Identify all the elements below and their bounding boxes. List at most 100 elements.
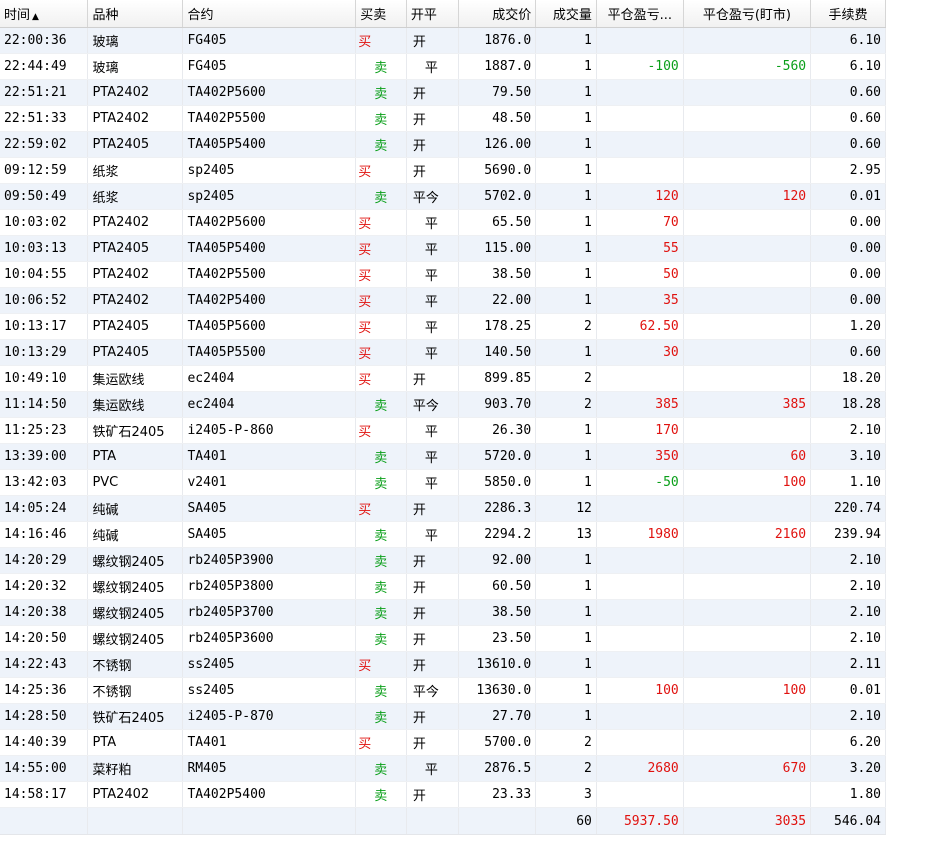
cell-side: 买 <box>355 495 407 522</box>
table-row[interactable]: 22:51:33 PTA2402 TA402P5500 卖开 48.50 1 0.60 <box>0 105 886 132</box>
cell-product: PTA2402 <box>87 287 184 314</box>
table-row[interactable]: 14:20:29 螺纹钢2405 rb2405P3900 卖开 92.00 1 2.10 <box>0 547 886 574</box>
table-row[interactable]: 14:25:36 不锈钢 ss2405 卖平今 13630.0 1 100 100 0.01 <box>0 677 886 704</box>
column-header-price[interactable]: 成交价 <box>458 0 537 28</box>
cell-product: PTA <box>87 729 184 756</box>
cell-close-pnl: 1980 <box>596 521 684 548</box>
column-header-contract[interactable]: 合约 <box>182 0 357 28</box>
cell-open-close: 平今 <box>406 677 460 704</box>
cell-open-close: 平 <box>406 209 460 236</box>
cell-contract: SA405 <box>182 495 357 522</box>
table-row[interactable]: 22:51:21 PTA2402 TA402P5600 卖开 79.50 1 0.60 <box>0 79 886 106</box>
cell-volume: 2 <box>535 365 597 392</box>
column-header-close-pnl-mtm[interactable]: 平仓盈亏(盯市) <box>683 0 812 28</box>
cell-product: 纸浆 <box>87 183 184 210</box>
table-row[interactable]: 13:42:03 PVC v2401 卖平 5850.0 1 -50 100 1.10 <box>0 469 886 496</box>
cell-open-close: 平 <box>406 521 460 548</box>
cell-price: 2294.2 <box>458 521 537 548</box>
cell-volume: 2 <box>535 313 597 340</box>
cell-fee: 0.00 <box>810 209 886 236</box>
cell-time: 14:05:24 <box>0 495 89 522</box>
cell-price: 5720.0 <box>458 443 537 470</box>
cell-close-pnl: 170 <box>596 417 684 444</box>
total-qty: 60 <box>535 807 597 835</box>
cell-contract: TA405P5400 <box>182 235 357 262</box>
table-row[interactable]: 14:20:32 螺纹钢2405 rb2405P3800 卖开 60.50 1 2.10 <box>0 573 886 600</box>
table-row[interactable]: 22:59:02 PTA2405 TA405P5400 卖开 126.00 1 0.60 <box>0 131 886 158</box>
cell-close-pnl-mtm <box>683 79 812 106</box>
cell-close-pnl-mtm <box>683 417 812 444</box>
table-row[interactable]: 14:20:50 螺纹钢2405 rb2405P3600 卖开 23.50 1 2.10 <box>0 625 886 652</box>
cell-close-pnl-mtm <box>683 27 812 54</box>
table-row[interactable]: 14:22:43 不锈钢 ss2405 买开 13610.0 1 2.11 <box>0 651 886 678</box>
table-row[interactable]: 14:55:00 菜籽粕 RM405 卖平 2876.5 2 2680 670 3.20 <box>0 755 886 782</box>
cell-contract: sp2405 <box>182 183 357 210</box>
column-header-product[interactable]: 品种 <box>87 0 184 28</box>
cell-time: 13:39:00 <box>0 443 89 470</box>
cell-volume: 1 <box>535 547 597 574</box>
cell-close-pnl <box>596 27 684 54</box>
cell-price: 13610.0 <box>458 651 537 678</box>
column-header-side[interactable]: 买卖 <box>355 0 407 28</box>
column-header-open-close[interactable]: 开平 <box>406 0 460 28</box>
cell-side: 买 <box>355 365 407 392</box>
table-row[interactable]: 14:20:38 螺纹钢2405 rb2405P3700 卖开 38.50 1 2.10 <box>0 599 886 626</box>
table-row[interactable]: 14:28:50 铁矿石2405 i2405-P-870 卖开 27.70 1 2.10 <box>0 703 886 730</box>
cell-time: 14:58:17 <box>0 781 89 808</box>
cell-open-close: 平 <box>406 235 460 262</box>
table-row[interactable]: 10:04:55 PTA2402 TA402P5500 买平 38.50 1 50 0.00 <box>0 261 886 288</box>
cell-price: 899.85 <box>458 365 537 392</box>
cell-time: 14:25:36 <box>0 677 89 704</box>
cell-close-pnl-mtm <box>683 209 812 236</box>
column-header-fee[interactable]: 手续费 <box>810 0 886 28</box>
cell-product: PTA2405 <box>87 339 184 366</box>
column-header-time[interactable]: 时间 ▲ <box>0 0 89 28</box>
column-header-volume[interactable]: 成交量 <box>535 0 597 28</box>
cell-price: 13630.0 <box>458 677 537 704</box>
cell-close-pnl <box>596 365 684 392</box>
cell-open-close: 开 <box>406 599 460 626</box>
table-row[interactable]: 10:13:29 PTA2405 TA405P5500 买平 140.50 1 30 0.60 <box>0 339 886 366</box>
cell-price: 48.50 <box>458 105 537 132</box>
cell-close-pnl: 100 <box>596 677 684 704</box>
table-row[interactable]: 11:25:23 铁矿石2405 i2405-P-860 买平 26.30 1 170 2.1… <box>0 417 886 444</box>
table-row[interactable]: 13:39:00 PTA TA401 卖平 5720.0 1 350 60 3.10 <box>0 443 886 470</box>
cell-close-pnl: 30 <box>596 339 684 366</box>
table-row[interactable]: 09:12:59 纸浆 sp2405 买开 5690.0 1 2.95 <box>0 157 886 184</box>
table-row[interactable]: 14:05:24 纯碱 SA405 买开 2286.3 12 220.74 <box>0 495 886 522</box>
cell-fee: 2.10 <box>810 573 886 600</box>
table-row[interactable]: 10:03:02 PTA2402 TA402P5600 买平 65.50 1 70 0.00 <box>0 209 886 236</box>
cell-close-pnl: 2680 <box>596 755 684 782</box>
table-row[interactable]: 11:14:50 集运欧线 ec2404 卖平今 903.70 2 385 385 18.28 <box>0 391 886 418</box>
cell-price: 22.00 <box>458 287 537 314</box>
table-row[interactable]: 14:16:46 纯碱 SA405 卖平 2294.2 13 1980 2160 239.94 <box>0 521 886 548</box>
table-row[interactable]: 10:49:10 集运欧线 ec2404 买开 899.85 2 18.20 <box>0 365 886 392</box>
table-row[interactable]: 22:00:36 玻璃 FG405 买开 1876.0 1 6.10 <box>0 27 886 54</box>
cell-close-pnl <box>596 651 684 678</box>
cell-time: 14:20:29 <box>0 547 89 574</box>
cell-side: 卖 <box>355 53 407 80</box>
table-row[interactable]: 14:40:39 PTA TA401 买开 5700.0 2 6.20 <box>0 729 886 756</box>
cell-fee: 2.10 <box>810 625 886 652</box>
table-row[interactable]: 10:06:52 PTA2402 TA402P5400 买平 22.00 1 35 0.00 <box>0 287 886 314</box>
totals-empty <box>0 807 89 835</box>
table-row[interactable]: 22:44:49 玻璃 FG405 卖平 1887.0 1 -100 -560 6.10 <box>0 53 886 80</box>
cell-close-pnl-mtm: 120 <box>683 183 812 210</box>
cell-contract: v2401 <box>182 469 357 496</box>
column-header-close-pnl[interactable]: 平仓盈亏... <box>596 0 684 28</box>
cell-close-pnl-mtm <box>683 287 812 314</box>
table-row[interactable]: 14:58:17 PTA2402 TA402P5400 卖开 23.33 3 1.80 <box>0 781 886 808</box>
cell-contract: ec2404 <box>182 391 357 418</box>
cell-open-close: 平今 <box>406 183 460 210</box>
cell-fee: 239.94 <box>810 521 886 548</box>
table-row[interactable]: 10:03:13 PTA2405 TA405P5400 买平 115.00 1 55 0.00 <box>0 235 886 262</box>
cell-time: 11:25:23 <box>0 417 89 444</box>
cell-close-pnl-mtm <box>683 313 812 340</box>
cell-product: PTA2402 <box>87 261 184 288</box>
cell-product: 螺纹钢2405 <box>87 573 184 600</box>
cell-volume: 1 <box>535 131 597 158</box>
cell-close-pnl <box>596 105 684 132</box>
table-row[interactable]: 09:50:49 纸浆 sp2405 卖平今 5702.0 1 120 120 0.01 <box>0 183 886 210</box>
table-row[interactable]: 10:13:17 PTA2405 TA405P5600 买平 178.25 2 62.50 1… <box>0 313 886 340</box>
cell-close-pnl <box>596 781 684 808</box>
